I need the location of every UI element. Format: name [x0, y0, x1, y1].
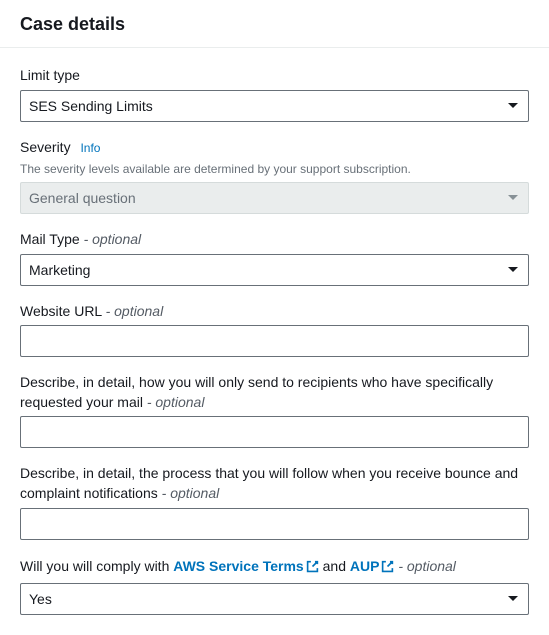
field-limit-type: Limit type SES Sending Limits: [20, 66, 529, 122]
mail-type-select-wrapper: Marketing: [20, 254, 529, 286]
severity-info-link[interactable]: Info: [80, 141, 100, 155]
field-comply: Will you will comply with AWS Service Te…: [20, 556, 529, 615]
optional-text: - optional: [394, 558, 455, 574]
optional-text: - optional: [106, 303, 164, 319]
field-describe-recipients: Describe, in detail, how you will only s…: [20, 373, 529, 448]
mail-type-select[interactable]: Marketing: [20, 254, 529, 286]
severity-help-text: The severity levels available are determ…: [20, 161, 529, 178]
mail-type-label-row: Mail Type - optional: [20, 230, 529, 250]
field-website-url: Website URL - optional: [20, 302, 529, 358]
severity-select: General question: [20, 182, 529, 214]
limit-type-select[interactable]: SES Sending Limits: [20, 90, 529, 122]
optional-text: - optional: [162, 485, 220, 501]
page-title: Case details: [20, 14, 529, 35]
describe-recipients-label-row: Describe, in detail, how you will only s…: [20, 373, 529, 412]
severity-label-row: Severity Info: [20, 138, 529, 158]
mail-type-label: Mail Type: [20, 231, 80, 247]
form-body: Limit type SES Sending Limits Severity I…: [0, 48, 549, 635]
website-url-label: Website URL: [20, 303, 102, 319]
page-header: Case details: [0, 0, 549, 48]
external-link-icon: [381, 558, 394, 579]
limit-type-select-wrapper: SES Sending Limits: [20, 90, 529, 122]
aup-link[interactable]: AUP: [350, 558, 395, 574]
optional-text: - optional: [147, 394, 205, 410]
comply-label-mid: and: [319, 558, 350, 574]
comply-label-prefix: Will you will comply with: [20, 558, 173, 574]
severity-select-wrapper: General question: [20, 182, 529, 214]
limit-type-label: Limit type: [20, 66, 529, 86]
field-mail-type: Mail Type - optional Marketing: [20, 230, 529, 286]
website-url-label-row: Website URL - optional: [20, 302, 529, 322]
field-describe-bounce: Describe, in detail, the process that yo…: [20, 464, 529, 539]
comply-label-row: Will you will comply with AWS Service Te…: [20, 556, 529, 579]
field-severity: Severity Info The severity levels availa…: [20, 138, 529, 214]
describe-recipients-label: Describe, in detail, how you will only s…: [20, 374, 493, 410]
describe-bounce-input[interactable]: [20, 508, 529, 540]
website-url-input[interactable]: [20, 325, 529, 357]
describe-bounce-label: Describe, in detail, the process that yo…: [20, 465, 518, 501]
external-link-icon: [306, 558, 319, 579]
optional-text: - optional: [84, 231, 142, 247]
describe-bounce-label-row: Describe, in detail, the process that yo…: [20, 464, 529, 503]
describe-recipients-input[interactable]: [20, 416, 529, 448]
aws-service-terms-link[interactable]: AWS Service Terms: [173, 558, 318, 574]
severity-label: Severity: [20, 139, 71, 155]
comply-select[interactable]: Yes: [20, 583, 529, 615]
comply-select-wrapper: Yes: [20, 583, 529, 615]
